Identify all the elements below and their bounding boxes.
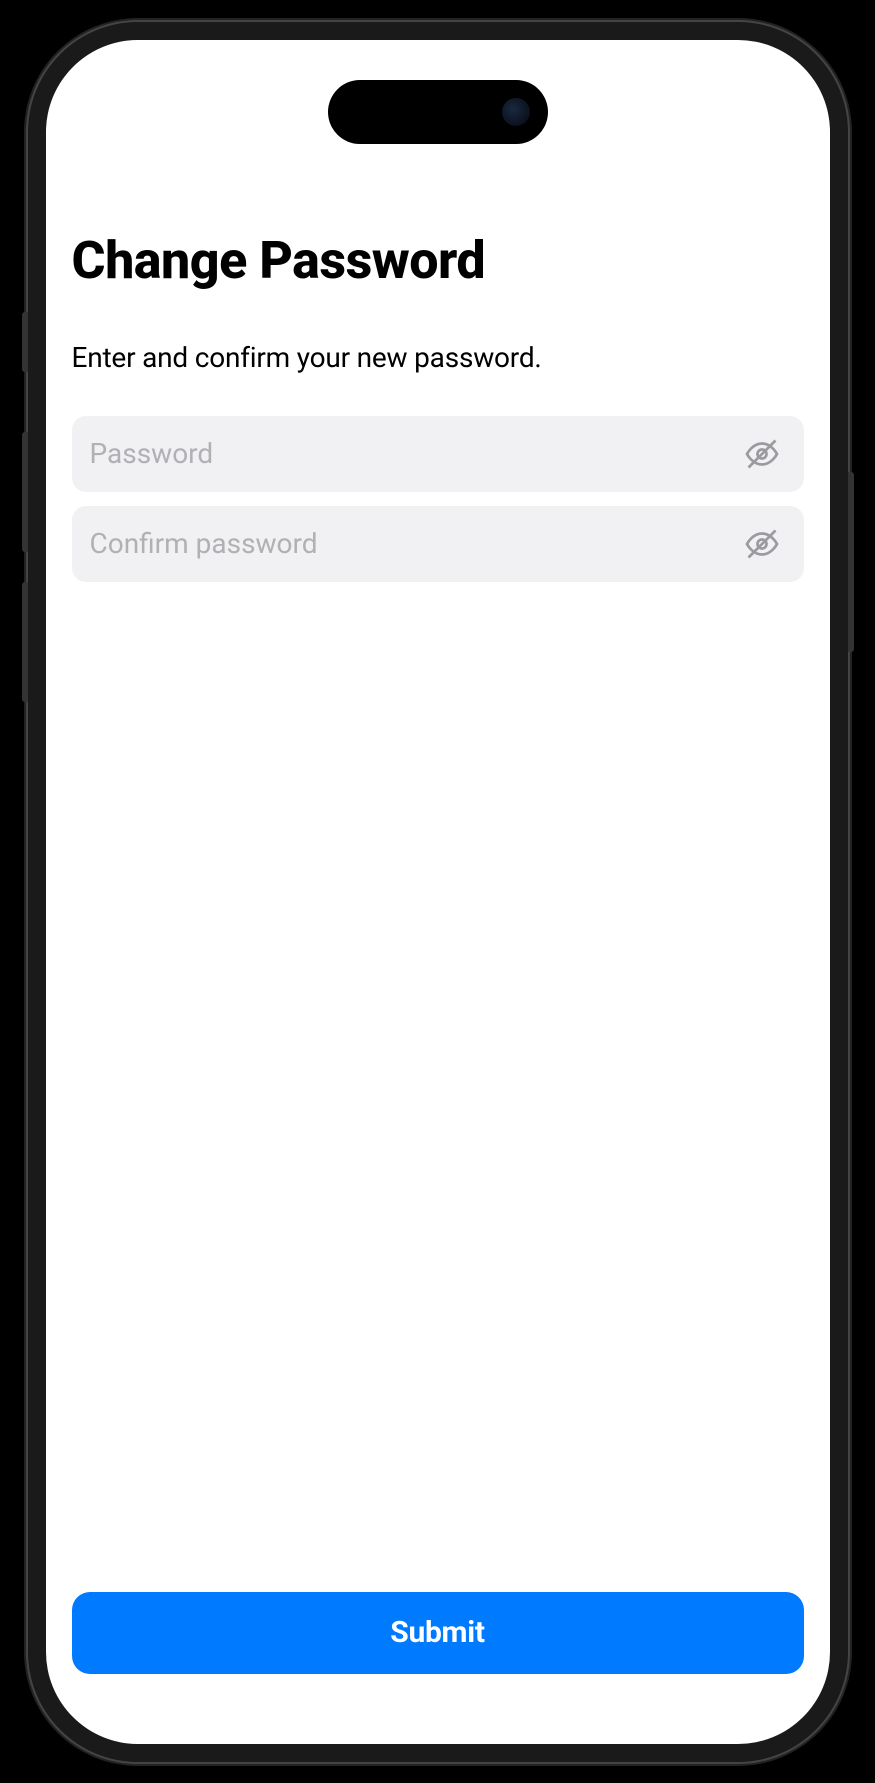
confirm-password-input[interactable] (90, 527, 738, 560)
screen: Change Password Enter and confirm your n… (46, 40, 830, 1744)
volume-up-button (22, 432, 28, 552)
power-button (848, 472, 854, 652)
password-field-wrapper (72, 416, 804, 492)
submit-button[interactable]: Submit (72, 1592, 804, 1674)
content-area: Change Password Enter and confirm your n… (46, 40, 830, 1744)
page-subtitle: Enter and confirm your new password. (72, 341, 804, 374)
page-title: Change Password (72, 230, 804, 291)
volume-down-button (22, 582, 28, 702)
front-camera (502, 98, 530, 126)
password-input[interactable] (90, 437, 738, 470)
confirm-password-field-wrapper (72, 506, 804, 582)
phone-frame: Change Password Enter and confirm your n… (28, 22, 848, 1762)
toggle-password-visibility[interactable] (738, 430, 786, 478)
spacer (72, 582, 804, 1592)
password-form (72, 416, 804, 582)
silence-switch (22, 312, 28, 372)
dynamic-island (328, 80, 548, 144)
toggle-confirm-password-visibility[interactable] (738, 520, 786, 568)
eye-off-icon (744, 436, 780, 472)
eye-off-icon (744, 526, 780, 562)
